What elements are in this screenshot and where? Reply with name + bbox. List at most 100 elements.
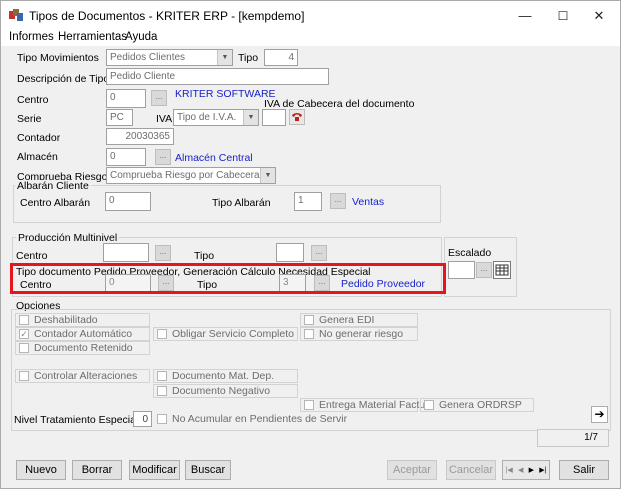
no-acumular-label: No Acumular en Pendientes de Servir — [172, 413, 348, 425]
deshabilitado-checkbox[interactable]: Deshabilitado — [15, 313, 150, 327]
nivel-tratamiento-input[interactable]: 0 — [133, 411, 152, 427]
menu-informes[interactable]: Informes — [9, 31, 54, 43]
descripcion-input[interactable]: Pedido Cliente — [106, 68, 329, 85]
checkbox-box — [157, 329, 167, 339]
nivel-tratamiento-label: Nivel Tratamiento Especial — [14, 414, 139, 426]
controlar-alteraciones-label: Controlar Alteraciones — [34, 370, 138, 382]
chevron-down-icon[interactable]: ▼ — [260, 168, 275, 183]
produccion-centro-input[interactable] — [103, 243, 149, 262]
almacen-label: Almacén — [17, 151, 58, 163]
entrega-material-checkbox[interactable]: Entrega Material Factur. — [300, 398, 431, 412]
documento-mat-dep-label: Documento Mat. Dep. — [172, 370, 275, 382]
ventas-link[interactable]: Ventas — [352, 196, 384, 208]
check-icon: ✓ — [19, 329, 29, 339]
contador-label: Contador — [17, 132, 61, 144]
obligar-servicio-checkbox[interactable]: Obligar Servicio Completo — [153, 327, 298, 341]
escalado-input[interactable] — [448, 261, 475, 279]
checkbox-box — [157, 386, 167, 396]
escalado-label: Escalado — [448, 247, 492, 259]
no-generar-riesgo-label: No generar riesgo — [319, 328, 404, 340]
tipo-movimientos-label: Tipo Movimientos — [17, 52, 99, 64]
first-record-icon[interactable]: |◀ — [506, 466, 513, 474]
centro-label: Centro — [17, 94, 49, 106]
tipo-movimientos-select[interactable]: Pedidos Clientes — [106, 49, 233, 66]
contador-input[interactable]: 20030365 — [106, 128, 174, 145]
produccion-tipo-input[interactable] — [276, 243, 304, 262]
produccion-centro-label: Centro — [16, 250, 48, 262]
entrega-material-label: Entrega Material Factur. — [319, 399, 432, 411]
menu-bar: Informes Herramientas Ayuda — [1, 30, 620, 46]
checkbox-box — [304, 400, 314, 410]
next-record-icon[interactable]: ▶ — [529, 466, 534, 474]
salir-button[interactable]: Salir — [559, 460, 609, 480]
documento-mat-dep-checkbox[interactable]: Documento Mat. Dep. — [153, 369, 298, 383]
record-navigation: |◀ ◀ ▶ ▶| — [502, 460, 550, 480]
highlight-box — [10, 263, 446, 294]
centro-input[interactable]: 0 — [106, 89, 146, 108]
documento-negativo-checkbox[interactable]: Documento Negativo — [153, 384, 298, 398]
nuevo-button[interactable]: Nuevo — [16, 460, 66, 480]
tipo-label: Tipo — [238, 52, 259, 64]
checkbox-box — [19, 343, 29, 353]
escalado-grid-button[interactable] — [493, 261, 511, 279]
genera-ordrsp-label: Genera ORDRSP — [439, 399, 522, 411]
application-window: Tipos de Documentos - KRITER ERP - [kemp… — [0, 0, 621, 489]
almacen-link[interactable]: Almacén Central — [175, 152, 253, 164]
menu-ayuda[interactable]: Ayuda — [125, 31, 157, 43]
checkbox-box — [304, 329, 314, 339]
centro-link[interactable]: KRITER SOFTWARE — [175, 88, 276, 100]
tipo-albaran-lookup-button[interactable]: ... — [330, 193, 346, 209]
contador-automatico-checkbox[interactable]: ✓ Contador Automático — [15, 327, 150, 341]
previous-record-icon[interactable]: ◀ — [518, 466, 523, 474]
genera-edi-checkbox[interactable]: Genera EDI — [300, 313, 418, 327]
chevron-down-icon[interactable]: ▼ — [217, 50, 232, 65]
close-button[interactable]: ✕ — [581, 1, 617, 30]
checkbox-box — [424, 400, 434, 410]
page-counter: 1/7 — [537, 429, 609, 447]
comprueba-riesgo-select[interactable]: Comprueba Riesgo por Cabecera. — [106, 167, 276, 184]
modificar-button[interactable]: Modificar — [129, 460, 180, 480]
iva-cabecera-input[interactable] — [262, 109, 286, 126]
genera-ordrsp-checkbox[interactable]: Genera ORDRSP — [420, 398, 534, 412]
chevron-down-icon[interactable]: ▼ — [243, 110, 258, 125]
iva-cabecera-button[interactable] — [289, 109, 305, 125]
cancelar-button[interactable]: Cancelar — [446, 460, 496, 480]
minimize-button[interactable]: — — [507, 1, 543, 30]
obligar-servicio-label: Obligar Servicio Completo — [172, 328, 294, 340]
produccion-centro-lookup-button[interactable]: ... — [155, 245, 171, 261]
buscar-button[interactable]: Buscar — [185, 460, 231, 480]
arrow-right-icon[interactable]: ➔ — [591, 406, 608, 423]
phone-icon — [292, 113, 302, 121]
aceptar-button[interactable]: Aceptar — [387, 460, 437, 480]
menu-herramientas[interactable]: Herramientas — [58, 31, 127, 43]
produccion-tipo-label: Tipo — [194, 250, 215, 262]
comprueba-riesgo-value: Comprueba Riesgo por Cabecera. — [110, 170, 263, 181]
tipo-albaran-input[interactable]: 1 — [294, 192, 322, 211]
escalado-lookup-button[interactable]: ... — [476, 262, 492, 278]
produccion-tipo-lookup-button[interactable]: ... — [311, 245, 327, 261]
checkbox-box — [157, 414, 167, 424]
deshabilitado-label: Deshabilitado — [34, 314, 98, 326]
albaran-cliente-title: Albarán Cliente — [15, 180, 91, 192]
last-record-icon[interactable]: ▶| — [539, 466, 546, 474]
almacen-lookup-button[interactable]: ... — [155, 149, 171, 165]
tipo-albaran-label: Tipo Albarán — [212, 197, 271, 209]
tipo-movimientos-value: Pedidos Clientes — [110, 52, 186, 63]
serie-input[interactable]: PC — [106, 109, 133, 126]
borrar-button[interactable]: Borrar — [72, 460, 122, 480]
tipo-input[interactable]: 4 — [264, 49, 298, 66]
almacen-input[interactable]: 0 — [106, 148, 146, 166]
serie-label: Serie — [17, 113, 42, 125]
window-title: Tipos de Documentos - KRITER ERP - [kemp… — [29, 9, 305, 23]
centro-albaran-label: Centro Albarán — [20, 197, 91, 209]
controlar-alteraciones-checkbox[interactable]: Controlar Alteraciones — [15, 369, 150, 383]
no-generar-riesgo-checkbox[interactable]: No generar riesgo — [300, 327, 418, 341]
genera-edi-label: Genera EDI — [319, 314, 375, 326]
centro-lookup-button[interactable]: ... — [151, 90, 167, 106]
documento-retenido-checkbox[interactable]: Documento Retenido — [15, 341, 150, 355]
checkbox-box — [19, 371, 29, 381]
maximize-button[interactable]: ☐ — [545, 1, 581, 30]
documento-negativo-label: Documento Negativo — [172, 385, 271, 397]
no-acumular-checkbox[interactable]: No Acumular en Pendientes de Servir — [153, 412, 347, 426]
centro-albaran-input[interactable]: 0 — [105, 192, 151, 211]
